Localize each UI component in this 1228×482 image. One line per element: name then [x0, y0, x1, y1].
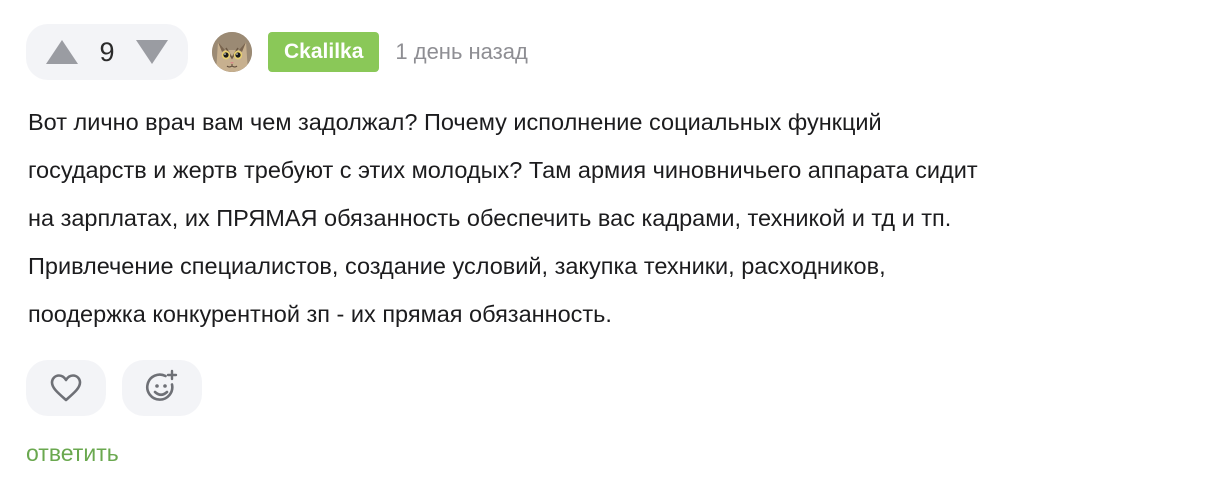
- comment-line: государств и жертв требуют с этих молоды…: [28, 157, 978, 183]
- comment-line: поодержка конкурентной зп - их прямая об…: [28, 301, 612, 327]
- comment-body: Вот лично врач вам чем задолжал? Почему …: [28, 98, 1208, 338]
- reply-link[interactable]: ответить: [26, 440, 119, 467]
- add-reaction-button[interactable]: [122, 360, 202, 416]
- upvote-button[interactable]: [44, 34, 80, 70]
- avatar[interactable]: [212, 32, 252, 72]
- comment-line: Привлечение специалистов, создание услов…: [28, 253, 886, 279]
- comment-line: Вот лично врач вам чем задолжал? Почему …: [28, 109, 882, 135]
- vote-count: 9: [99, 36, 115, 67]
- downvote-button[interactable]: [134, 34, 170, 70]
- vote-control: 9: [26, 24, 188, 80]
- triangle-up-icon: [46, 40, 78, 64]
- comment-actions: [26, 360, 202, 416]
- triangle-down-icon: [136, 40, 168, 64]
- comment-line: на зарплатах, их ПРЯМАЯ обязанность обес…: [28, 205, 952, 231]
- timestamp: 1 день назад: [395, 39, 528, 64]
- cat-avatar: [212, 32, 252, 72]
- like-button[interactable]: [26, 360, 106, 416]
- heart-icon: [50, 374, 82, 402]
- add-reaction-icon: [146, 369, 178, 401]
- comment-header: 9 Ckalilka 1 день назад: [26, 24, 528, 80]
- author-name[interactable]: Ckalilka: [268, 32, 380, 72]
